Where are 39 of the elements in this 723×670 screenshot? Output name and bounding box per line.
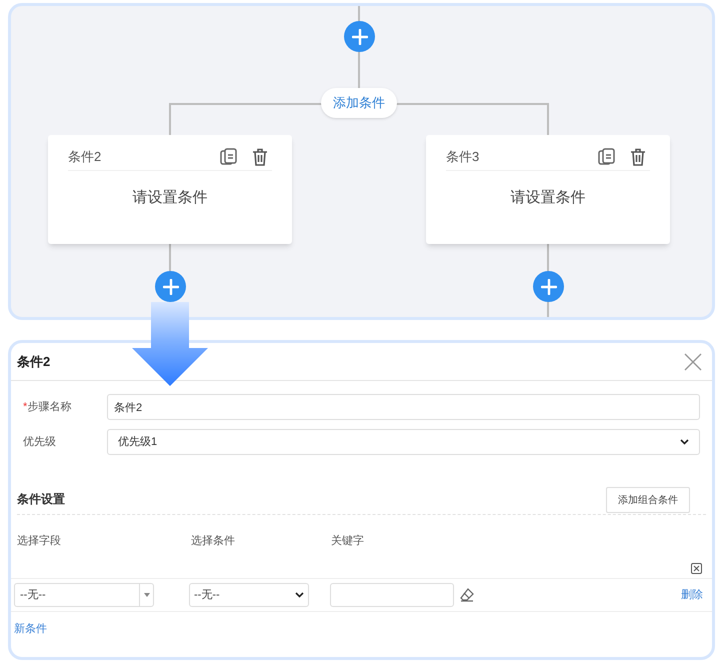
keyword-field[interactable] [330, 583, 454, 607]
card-title: 条件3 [446, 148, 480, 166]
plus-icon [352, 28, 368, 44]
chevron-down-icon [295, 592, 304, 598]
eraser-icon[interactable] [460, 588, 474, 602]
field-label: 优先级 [23, 434, 56, 450]
trash-icon[interactable] [630, 148, 646, 166]
card-placeholder-text: 请设置条件 [510, 188, 586, 208]
clear-icon[interactable] [691, 563, 702, 574]
add-step-button[interactable] [533, 271, 564, 302]
new-condition-link[interactable]: 新条件 [14, 621, 47, 638]
field-label: 步骤名称 [27, 400, 72, 415]
copy-icon[interactable] [220, 148, 238, 166]
column-header: 选择条件 [191, 534, 236, 549]
chevron-down-icon [680, 439, 689, 445]
add-step-button[interactable] [344, 21, 375, 52]
card-placeholder-text: 请设置条件 [132, 188, 208, 208]
add-condition-button[interactable]: 添加条件 [321, 88, 397, 118]
condition-card[interactable]: 条件2 请设置条件 [48, 135, 292, 244]
condition-card[interactable]: 条件3 请设置条件 [426, 135, 670, 244]
close-button[interactable] [684, 352, 702, 370]
add-group-condition-button[interactable]: 添加组合条件 [606, 487, 690, 513]
dialog-title: 条件2 [17, 352, 50, 371]
field-combobox[interactable]: --无-- [14, 583, 154, 607]
card-title: 条件2 [68, 148, 102, 166]
priority-select[interactable]: 优先级1 [107, 429, 700, 455]
delete-link[interactable]: 删除 [681, 586, 703, 604]
copy-icon[interactable] [598, 148, 616, 166]
plus-icon [162, 278, 178, 294]
required-mark: * [23, 400, 28, 415]
column-header: 关键字 [331, 534, 365, 549]
condition-select[interactable]: --无-- [189, 583, 309, 607]
trash-icon[interactable] [252, 148, 268, 166]
add-step-button[interactable] [155, 271, 186, 302]
dropdown-icon[interactable] [139, 584, 153, 606]
section-title: 条件设置 [17, 491, 65, 508]
column-header: 选择字段 [17, 534, 62, 549]
plus-icon [540, 278, 556, 294]
step-name-field[interactable]: 条件2 [107, 394, 700, 420]
